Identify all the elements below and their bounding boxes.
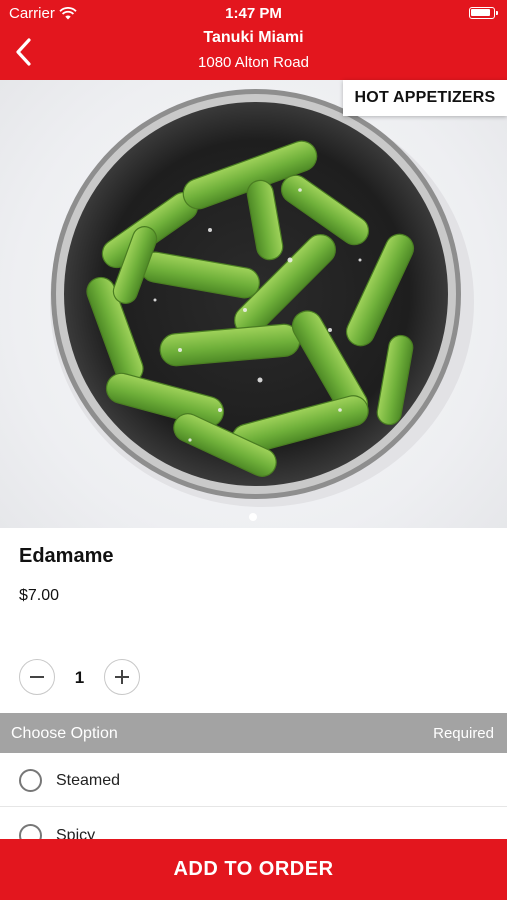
increase-quantity-button[interactable] xyxy=(104,659,140,695)
nav-header: Carrier 1:47 PM Tanuki Miami 1080 Alton … xyxy=(0,0,507,80)
restaurant-address: 1080 Alton Road xyxy=(198,54,309,71)
item-name: Edamame xyxy=(19,545,114,567)
required-label: Required xyxy=(433,725,494,742)
battery-icon xyxy=(469,7,498,19)
category-tag: HOT APPETIZERS xyxy=(343,80,507,116)
item-photo[interactable] xyxy=(0,80,507,528)
status-time: 1:47 PM xyxy=(225,5,282,22)
add-to-order-button[interactable]: ADD TO ORDER xyxy=(0,839,507,900)
option-section-header: Choose Option Required xyxy=(0,713,507,753)
radio-icon[interactable] xyxy=(19,769,42,792)
item-price: $7.00 xyxy=(19,587,60,604)
option-section-title: Choose Option xyxy=(11,725,118,742)
image-page-indicator xyxy=(249,513,257,521)
restaurant-name: Tanuki Miami xyxy=(203,29,304,46)
decrease-quantity-button[interactable] xyxy=(19,659,55,695)
quantity-value: 1 xyxy=(74,668,85,687)
option-row-steamed[interactable]: Steamed xyxy=(0,753,507,807)
status-bar: Carrier 1:47 PM xyxy=(0,0,507,26)
option-label: Steamed xyxy=(56,772,121,789)
